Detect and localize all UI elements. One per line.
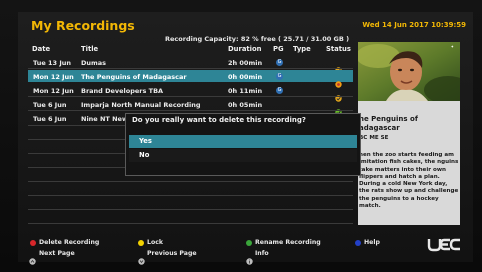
row-date: Tue 13 Jun: [33, 59, 72, 67]
row-title: Nine NT New: [81, 115, 128, 123]
pg-rating-icon: G: [276, 87, 283, 94]
program-thumbnail: ✦: [358, 42, 460, 101]
program-title: he Penguins of adagascar: [359, 115, 418, 132]
delete-confirm-dialog: Do you really want to delete this record…: [125, 113, 361, 176]
tv-screen: My Recordings Wed 14 Jun 2017 10:39:59 R…: [0, 0, 482, 272]
row-date: Mon 12 Jun: [33, 87, 74, 95]
status-ok-icon: [335, 59, 342, 74]
row-title: Dumas: [81, 59, 107, 67]
row-duration: 0h 05min: [228, 101, 263, 109]
column-duration: Duration: [228, 45, 262, 53]
row-divider: [28, 68, 353, 69]
info-icon: [246, 250, 253, 265]
rename-recording-hint[interactable]: Rename Recording: [255, 239, 321, 246]
table-row-selected[interactable]: [28, 70, 353, 82]
previous-page-hint[interactable]: Previous Page: [147, 250, 197, 257]
row-divider: [28, 110, 353, 111]
program-description: hen the zoo starts feeding am imitation …: [359, 152, 459, 210]
row-date: Mon 12 Jun: [33, 73, 74, 81]
no-label: No: [139, 151, 150, 159]
red-button-icon: [30, 240, 36, 246]
green-button-icon: [246, 240, 252, 246]
previous-page-icon: [138, 250, 145, 265]
yes-button[interactable]: Yes: [129, 135, 357, 148]
yellow-button-icon: [138, 240, 144, 246]
delete-recording-hint[interactable]: Delete Recording: [39, 239, 99, 246]
yes-label: Yes: [139, 137, 152, 145]
row-divider: [28, 96, 353, 97]
next-page-hint[interactable]: Next Page: [39, 250, 75, 257]
row-duration: 0h 11min: [228, 87, 263, 95]
help-hint[interactable]: Help: [364, 239, 380, 246]
dialog-question: Do you really want to delete this record…: [132, 116, 306, 124]
no-button[interactable]: No: [129, 149, 357, 162]
column-date: Date: [32, 45, 51, 53]
column-title: Title: [81, 45, 99, 53]
column-pg: PG: [273, 45, 284, 53]
recording-capacity: Recording Capacity: 82 % free ( 25.71 / …: [165, 35, 350, 43]
status-recording-icon: [335, 73, 342, 88]
row-divider: [28, 181, 353, 182]
uec-logo: [426, 236, 462, 253]
program-subtitle: BC ME SE: [359, 135, 389, 141]
lock-hint[interactable]: Lock: [147, 239, 163, 246]
pg-rating-icon: G: [276, 59, 283, 66]
row-duration: 2h 00min: [228, 59, 263, 67]
status-ok-icon: [335, 87, 342, 102]
table-row[interactable]: [28, 84, 353, 96]
row-divider: [28, 209, 353, 210]
pg-rating-icon: G: [276, 73, 283, 80]
table-row[interactable]: [28, 56, 353, 68]
row-divider: [28, 223, 353, 224]
status-ok-icon: [335, 101, 342, 116]
row-date: Tue 6 Jun: [33, 115, 67, 123]
date-time: Wed 14 Jun 2017 10:39:59: [362, 21, 466, 29]
next-page-icon: [29, 250, 36, 265]
column-status: Status: [326, 45, 351, 53]
row-title: The Penguins of Madagascar: [81, 73, 187, 81]
blue-button-icon: [355, 240, 361, 246]
row-duration: 0h 00min: [228, 73, 263, 81]
page-title: My Recordings: [31, 18, 135, 33]
column-type: Type: [293, 45, 311, 53]
row-divider: [28, 195, 353, 196]
row-title: Imparja North Manual Recording: [81, 101, 201, 109]
row-date: Tue 6 Jun: [33, 101, 67, 109]
row-title: Brand Developers TBA: [81, 87, 164, 95]
info-hint[interactable]: Info: [255, 250, 269, 257]
